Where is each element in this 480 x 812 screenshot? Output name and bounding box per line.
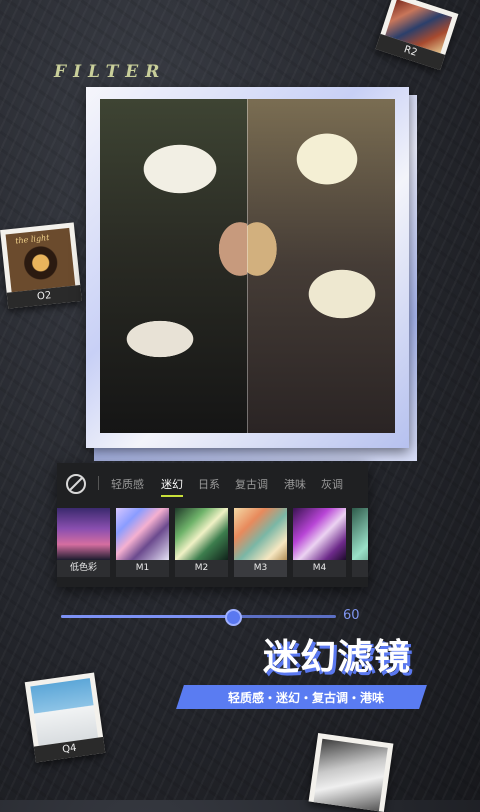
- tab-divider: [98, 476, 99, 490]
- tab-hongkong[interactable]: 港味: [284, 476, 306, 492]
- promo-headline: 迷幻滤镜: [263, 637, 412, 678]
- filter-thumb-low-saturation[interactable]: 低色彩: [57, 508, 110, 577]
- filter-thumb-m2[interactable]: M2: [175, 508, 228, 577]
- photo-frame: [86, 87, 417, 461]
- filter-label: 低色彩: [57, 560, 110, 577]
- filter-thumb-m4[interactable]: M4: [293, 508, 346, 577]
- filter-label: [352, 560, 368, 577]
- slider-knob[interactable]: [224, 609, 242, 626]
- sticker-r2: R2: [375, 0, 459, 71]
- filter-preview: [116, 508, 169, 560]
- filter-label: M1: [116, 560, 169, 577]
- preview-photo[interactable]: [100, 99, 395, 433]
- sticker-bottom: [308, 733, 394, 812]
- filter-preview: [175, 508, 228, 560]
- active-tab-indicator: [161, 495, 183, 497]
- sticker-o2: the light O2: [0, 222, 82, 309]
- filter-label: M4: [293, 560, 346, 577]
- filter-preview: [352, 508, 368, 560]
- filter-thumbnail-list[interactable]: 低色彩 M1 M2 M3 M4: [57, 508, 368, 578]
- app-logo: FILTER: [54, 62, 167, 82]
- tab-japanese[interactable]: 日系: [198, 476, 220, 492]
- slider-fill: [61, 615, 232, 618]
- filter-thumb-m1[interactable]: M1: [116, 508, 169, 577]
- filter-preview: [234, 508, 287, 560]
- intensity-slider[interactable]: [61, 609, 336, 626]
- filtered-half: [247, 99, 395, 433]
- filter-thumb-m3[interactable]: M3: [234, 508, 287, 577]
- sticker-q4: Q4: [24, 672, 106, 763]
- filter-thumb-partial[interactable]: [352, 508, 368, 577]
- original-half: [100, 99, 247, 433]
- intensity-value: 60: [343, 608, 360, 623]
- sticker-photo: [313, 738, 388, 812]
- tab-retro[interactable]: 复古调: [235, 476, 268, 492]
- filter-category-tabs: 轻质感 迷幻 日系 复古调 港味 灰调: [57, 463, 368, 503]
- tab-psychedelic[interactable]: 迷幻: [161, 476, 183, 492]
- promo-tagline: 轻质感・迷幻・复古调・港味: [227, 691, 384, 705]
- filter-label: M3: [234, 560, 287, 577]
- tab-light-texture[interactable]: 轻质感: [111, 476, 144, 492]
- polaroid-frame: [86, 87, 409, 448]
- filter-preview: [293, 508, 346, 560]
- filter-preview: [57, 508, 110, 560]
- compare-divider[interactable]: [247, 99, 248, 433]
- no-filter-icon[interactable]: [66, 474, 86, 494]
- tab-gray[interactable]: 灰调: [321, 476, 343, 492]
- filter-label: M2: [175, 560, 228, 577]
- filter-panel: 轻质感 迷幻 日系 复古调 港味 灰调 低色彩 M1 M2 M3 M4: [57, 463, 368, 587]
- sticker-photo: [30, 678, 99, 746]
